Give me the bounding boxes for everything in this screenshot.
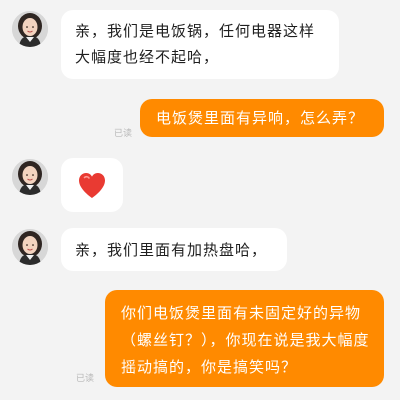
read-status: 已读 [114,129,133,139]
agent-avatar[interactable] [12,11,48,47]
agent-avatar[interactable] [12,229,48,265]
avatar-portrait-icon [12,229,48,265]
avatar-portrait-icon [12,159,48,195]
message-row-incoming: 亲，我们里面有加热盘哈， [0,222,400,278]
message-row-outgoing: 已读 电饭煲里面有异响，怎么弄？ [0,90,400,145]
message-row-incoming [0,150,400,220]
message-text: 亲，我们是电饭锅，任何电器这样大幅度也经不起哈， [75,22,316,66]
message-bubble[interactable]: 亲，我们是电饭锅，任何电器这样大幅度也经不起哈， [61,10,339,79]
message-row-outgoing: 已读 你们电饭煲里面有未固定好的异物（螺丝钉？），你现在说是我大幅度摇动搞的，你… [0,282,400,392]
chat-conversation: 亲，我们是电饭锅，任何电器这样大幅度也经不起哈， 已读 电饭煲里面有异响，怎么弄… [0,0,400,400]
red-heart-icon [79,173,105,198]
message-bubble[interactable]: 你们电饭煲里面有未固定好的异物（螺丝钉？），你现在说是我大幅度摇动搞的，你是搞笑… [105,290,384,387]
read-status: 已读 [76,374,95,384]
avatar-portrait-icon [12,11,48,47]
message-bubble[interactable]: 亲，我们里面有加热盘哈， [61,228,287,271]
message-text: 电饭煲里面有异响，怎么弄？ [156,109,365,127]
message-text: 亲，我们里面有加热盘哈， [75,241,268,259]
message-row-incoming: 亲，我们是电饭锅，任何电器这样大幅度也经不起哈， [0,0,400,90]
message-bubble[interactable]: 电饭煲里面有异响，怎么弄？ [140,99,384,137]
message-text: 你们电饭煲里面有未固定好的异物（螺丝钉？），你现在说是我大幅度摇动搞的，你是搞笑… [121,304,370,376]
agent-avatar[interactable] [12,159,48,195]
message-bubble[interactable] [61,158,123,212]
